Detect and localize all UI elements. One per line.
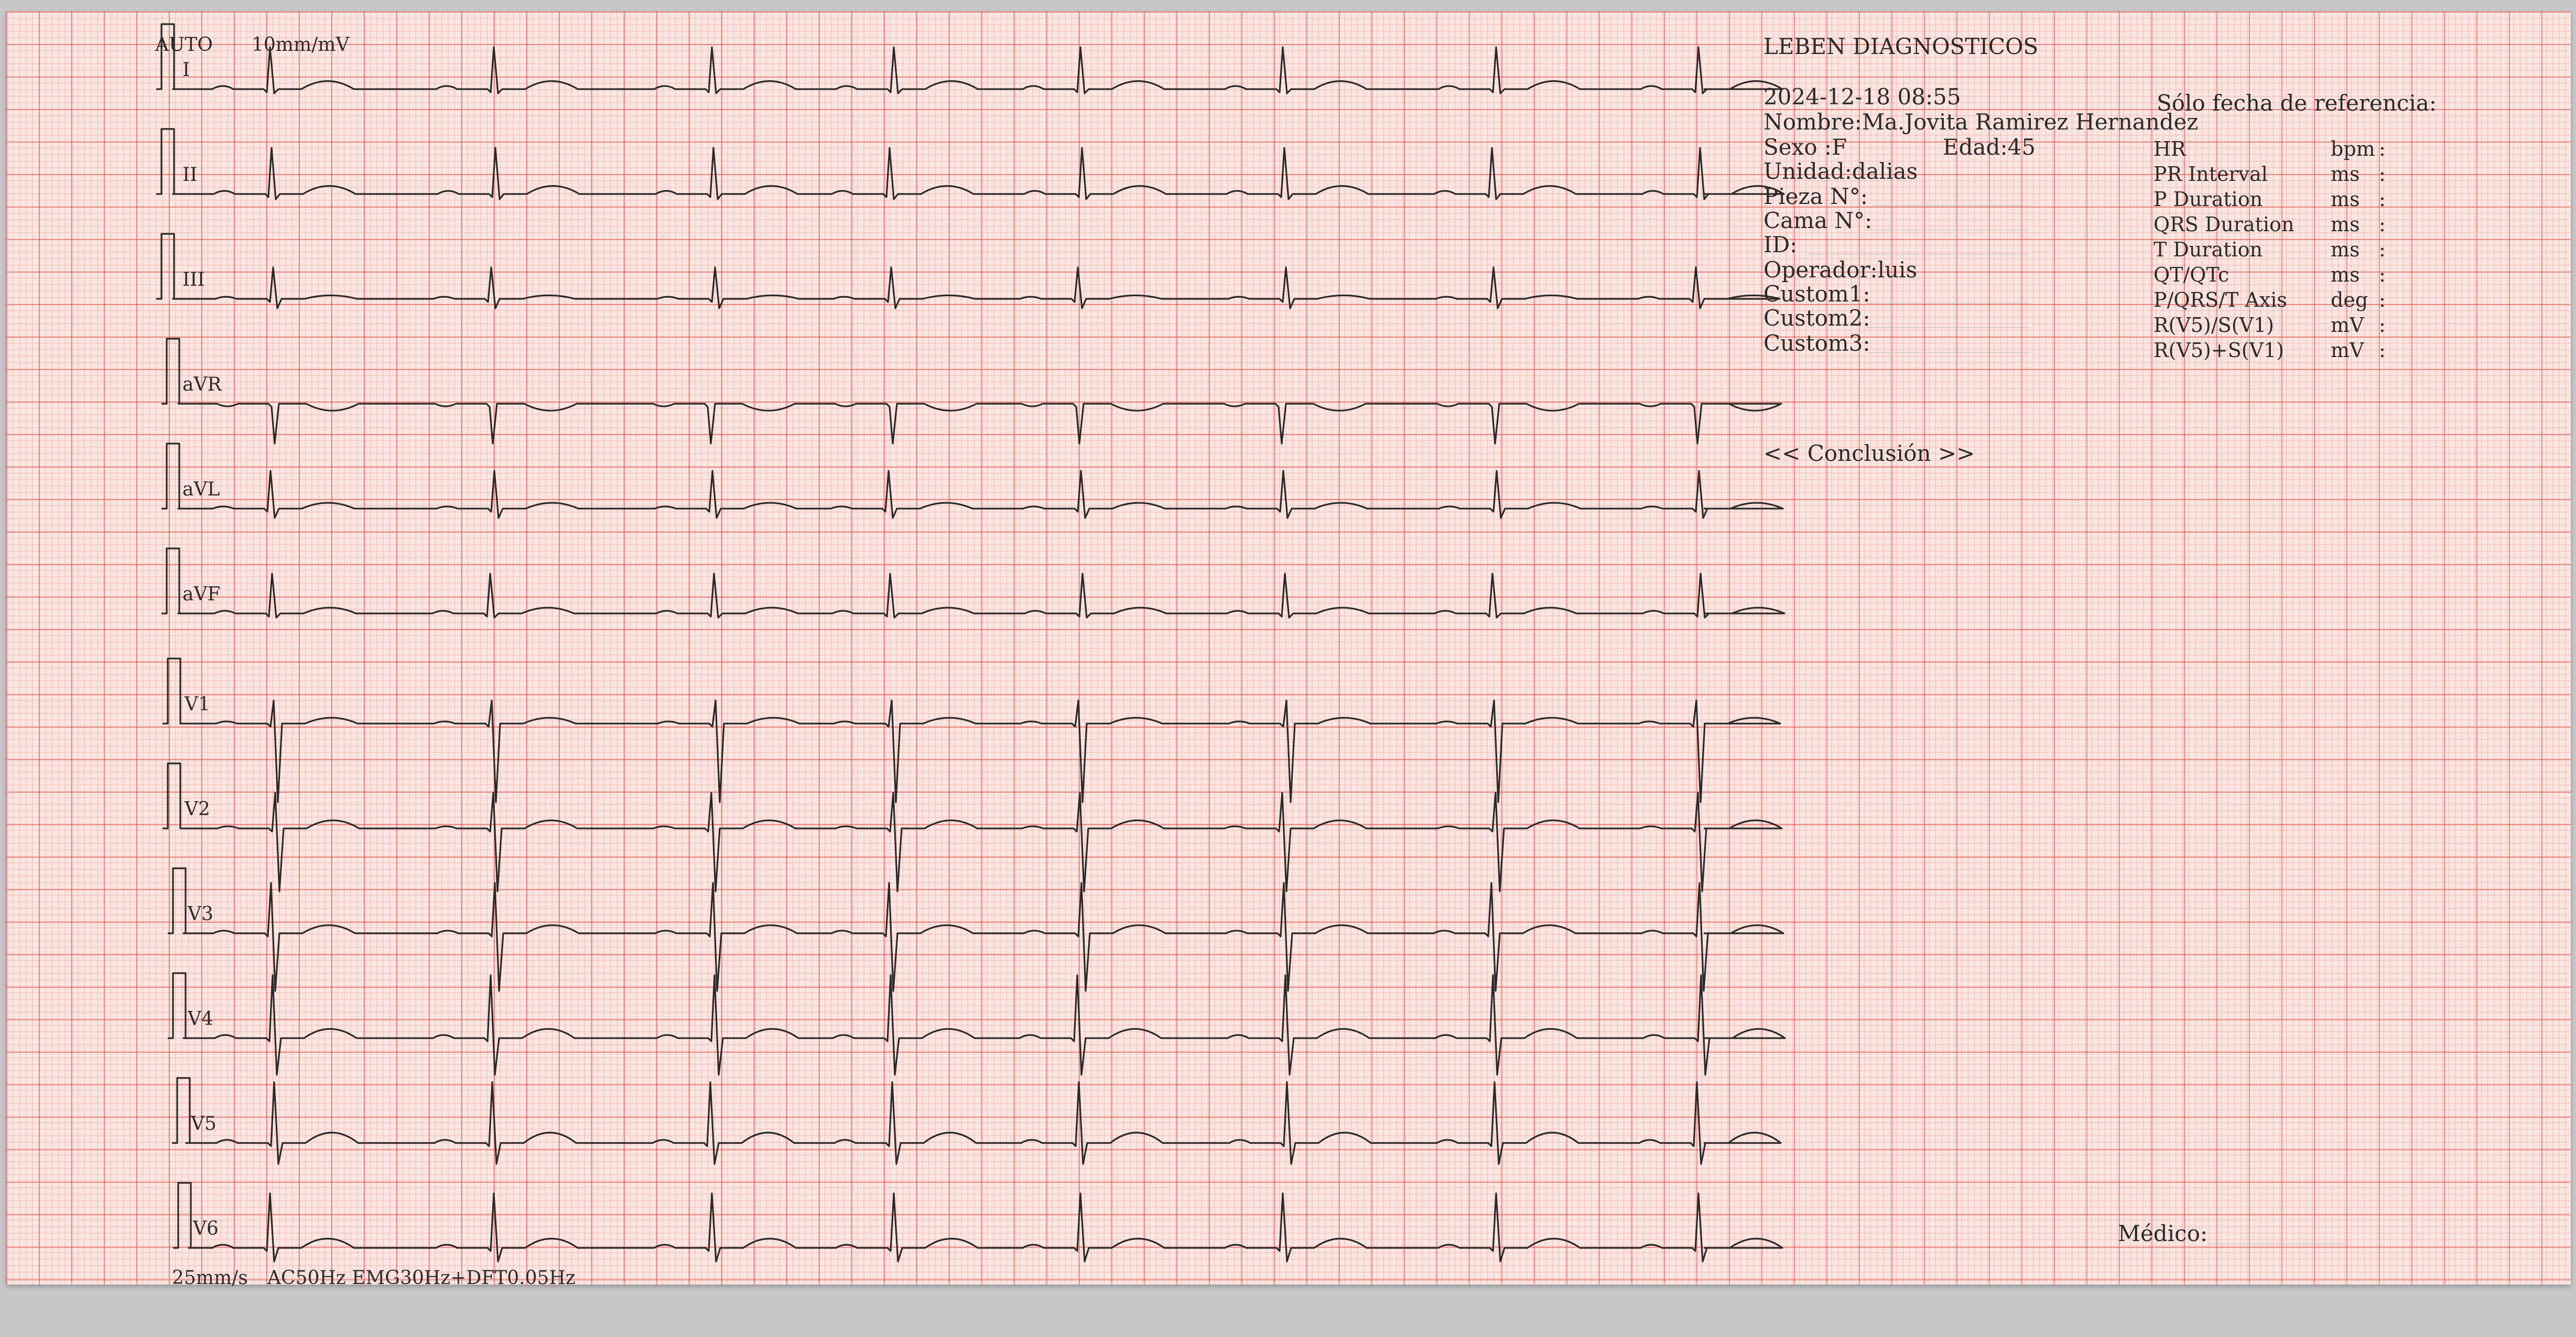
measurement-value: : bbox=[2379, 314, 2386, 337]
patient-name-value: Ma.Jovita Ramirez Hernandez bbox=[1861, 109, 2199, 135]
measurement-value: : bbox=[2379, 213, 2386, 236]
ecg-trace-avl bbox=[161, 443, 1784, 519]
lead-label-iii: III bbox=[182, 269, 205, 290]
lead-label-avf: aVF bbox=[182, 584, 221, 605]
ecg-trace-v4 bbox=[168, 972, 1786, 1076]
lead-label-avl: aVL bbox=[182, 479, 220, 500]
measurement-unit: ms bbox=[2331, 188, 2360, 211]
measurement-unit: ms bbox=[2331, 213, 2360, 236]
measurement-label: P/QRS/T Axis bbox=[2153, 288, 2287, 311]
institution-name: LEBEN DIAGNOSTICOS bbox=[1763, 34, 2039, 59]
custom1-line bbox=[1866, 303, 2030, 304]
measurement-row: P/QRS/T Axis deg: bbox=[2153, 288, 2416, 314]
ecg-trace-v1 bbox=[163, 657, 1781, 803]
ecg-trace-ii bbox=[156, 128, 1785, 200]
ecg-trace-i bbox=[156, 23, 1783, 94]
measurement-label: T Duration bbox=[2153, 238, 2263, 261]
custom2-label: Custom2: bbox=[1763, 305, 1870, 331]
measurement-label: HR bbox=[2153, 137, 2186, 160]
lead-label-v4: V4 bbox=[188, 1008, 213, 1030]
measurement-unit: ms bbox=[2331, 238, 2360, 261]
measurement-label: R(V5)/S(V1) bbox=[2153, 314, 2274, 337]
measurement-label: P Duration bbox=[2153, 188, 2263, 211]
patient-age-label: Edad: bbox=[1943, 134, 2008, 160]
measurement-label: QRS Duration bbox=[2153, 213, 2294, 236]
measurement-value: : bbox=[2379, 339, 2386, 362]
filter-settings: AC50Hz EMG30Hz+DFT0.05Hz bbox=[267, 1267, 576, 1289]
measurement-unit: ms bbox=[2331, 263, 2360, 286]
patient-sex-field: Sexo :F bbox=[1763, 136, 1847, 158]
ecg-trace-v2 bbox=[163, 762, 1783, 892]
ecg-trace-v6 bbox=[173, 1182, 1783, 1263]
ecg-trace-avf bbox=[161, 547, 1785, 619]
record-datetime: 2024-12-18 08:55 bbox=[1763, 84, 1961, 110]
lead-label-avr: aVR bbox=[182, 374, 222, 395]
patient-sex-value: F bbox=[1832, 134, 1847, 160]
measurement-label: PR Interval bbox=[2153, 163, 2268, 186]
ecg-trace-v5 bbox=[172, 1077, 1782, 1165]
lead-label-ii: II bbox=[182, 164, 198, 186]
operator-value: luis bbox=[1877, 257, 1918, 283]
measurement-row: R(V5)+S(V1) mV: bbox=[2153, 339, 2416, 364]
ecg-trace-v3 bbox=[168, 867, 1784, 992]
patient-age-value: 45 bbox=[2007, 134, 2036, 160]
operator-field: Operador:luis bbox=[1763, 259, 1917, 281]
physician-label: Médico: bbox=[2118, 1221, 2208, 1246]
measurement-row: PR Interval ms: bbox=[2153, 163, 2416, 188]
room-number-label: Pieza N°: bbox=[1763, 184, 1868, 209]
lead-label-v2: V2 bbox=[185, 799, 210, 820]
ecg-trace-iii bbox=[156, 233, 1781, 309]
measurement-row: QRS Duration ms: bbox=[2153, 213, 2416, 238]
paper-speed: 25mm/s bbox=[172, 1267, 248, 1289]
patient-unit-label: Unidad: bbox=[1763, 158, 1852, 184]
measurement-label: QT/QTc bbox=[2153, 263, 2229, 286]
lead-label-v3: V3 bbox=[188, 903, 213, 925]
custom3-label: Custom3: bbox=[1763, 330, 1870, 356]
patient-unit-value: dalias bbox=[1852, 158, 1918, 184]
measurement-label: R(V5)+S(V1) bbox=[2153, 339, 2285, 362]
measurement-row: QT/QTc ms: bbox=[2153, 263, 2416, 288]
operator-label: Operador: bbox=[1763, 257, 1878, 283]
measurement-row: HR bpm: bbox=[2153, 137, 2416, 163]
custom1-label: Custom1: bbox=[1763, 281, 1870, 307]
custom3-line bbox=[1866, 352, 2030, 353]
patient-unit-field: Unidad:dalias bbox=[1763, 160, 1918, 182]
bed-number-label: Cama N°: bbox=[1763, 208, 1873, 233]
measurement-unit: bpm bbox=[2331, 137, 2375, 160]
measurement-unit: deg bbox=[2331, 288, 2368, 311]
measurement-value: : bbox=[2379, 137, 2386, 160]
gain-setting: 10mm/mV bbox=[252, 34, 350, 56]
measurement-row: T Duration ms: bbox=[2153, 238, 2416, 263]
measurement-row: R(V5)/S(V1) mV: bbox=[2153, 314, 2416, 339]
measurement-unit: mV bbox=[2331, 339, 2364, 362]
measurement-unit: ms bbox=[2331, 163, 2360, 186]
measurement-value: : bbox=[2379, 263, 2386, 286]
measurement-value: : bbox=[2379, 188, 2386, 211]
measurement-value: : bbox=[2379, 238, 2386, 261]
measurement-value: : bbox=[2379, 163, 2386, 186]
reference-note: Sólo fecha de referencia: bbox=[2157, 90, 2437, 116]
measurement-row: P Duration ms: bbox=[2153, 188, 2416, 213]
lead-label-v5: V5 bbox=[191, 1113, 217, 1135]
lead-label-i: I bbox=[182, 59, 190, 81]
lead-label-v1: V1 bbox=[185, 694, 210, 715]
patient-id-label: ID: bbox=[1763, 232, 1798, 257]
ecg-trace-avr bbox=[161, 338, 1782, 445]
patient-age-field: Edad:45 bbox=[1943, 136, 2036, 158]
gain-mode: AUTO bbox=[155, 34, 213, 56]
lead-label-v6: V6 bbox=[193, 1218, 219, 1239]
custom2-line bbox=[1866, 327, 2030, 328]
patient-name-label: Nombre: bbox=[1763, 109, 1862, 135]
measurement-unit: mV bbox=[2331, 314, 2364, 337]
measurement-value: : bbox=[2379, 288, 2386, 311]
patient-sex-label: Sexo : bbox=[1763, 134, 1832, 160]
patient-name-field: Nombre:Ma.Jovita Ramirez Hernandez bbox=[1763, 111, 2199, 133]
conclusion-heading: << Conclusión >> bbox=[1763, 440, 1975, 466]
